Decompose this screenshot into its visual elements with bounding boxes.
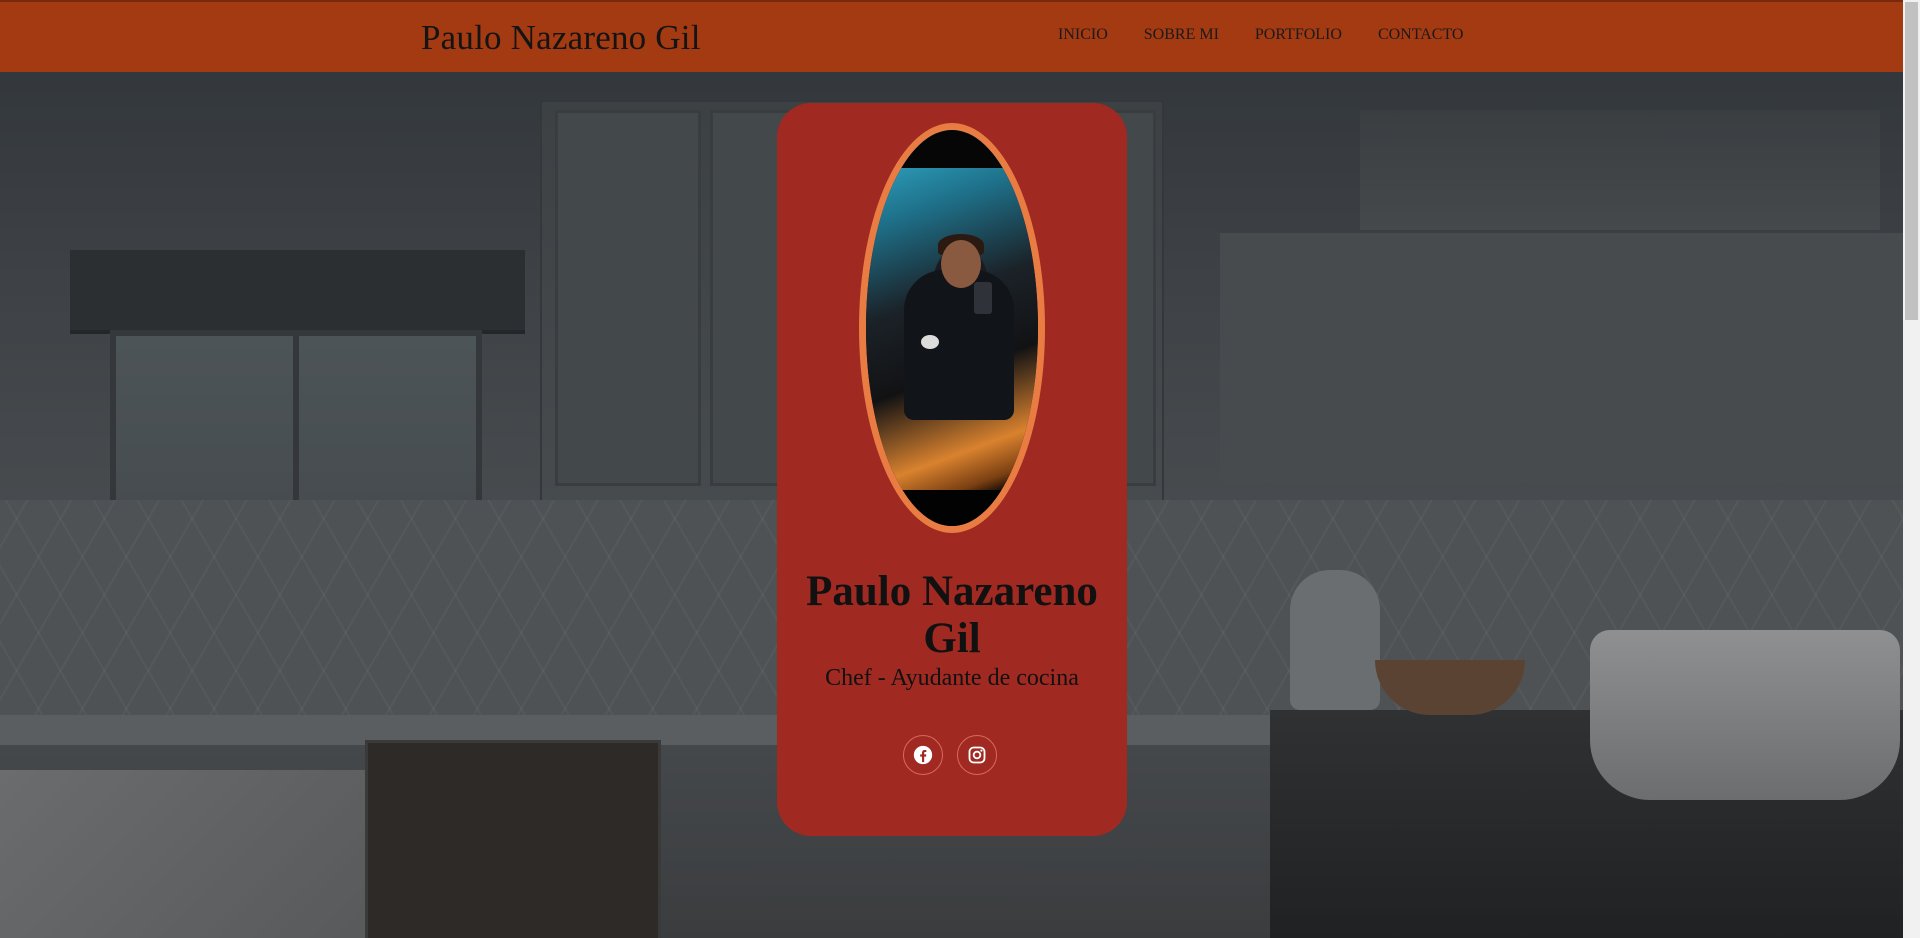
instagram-button[interactable] [957, 735, 997, 775]
facebook-icon [913, 745, 933, 765]
scrollbar-thumb[interactable] [1905, 2, 1918, 320]
social-links [903, 735, 997, 775]
site-header: Paulo Nazareno Gil INICIO SOBRE MI PORTF… [0, 0, 1903, 72]
facebook-button[interactable] [903, 735, 943, 775]
nav-link-contacto[interactable]: CONTACTO [1378, 26, 1464, 44]
profile-card: Paulo Nazareno Gil Chef - Ayudante de co… [777, 103, 1127, 836]
nav-link-sobre-mi[interactable]: SOBRE MI [1144, 26, 1219, 44]
profile-photo [866, 130, 1038, 526]
profile-name: Paulo Nazareno Gil [806, 568, 1098, 662]
instagram-icon [967, 745, 987, 765]
profile-photo-frame [859, 123, 1045, 533]
site-brand[interactable]: Paulo Nazareno Gil [421, 18, 701, 58]
nav-link-inicio[interactable]: INICIO [1058, 26, 1108, 44]
profile-role: Chef - Ayudante de cocina [825, 665, 1079, 691]
nav-link-portfolio[interactable]: PORTFOLIO [1255, 26, 1342, 44]
main-nav: INICIO SOBRE MI PORTFOLIO CONTACTO [1058, 26, 1463, 44]
page-scrollbar[interactable] [1903, 0, 1920, 938]
